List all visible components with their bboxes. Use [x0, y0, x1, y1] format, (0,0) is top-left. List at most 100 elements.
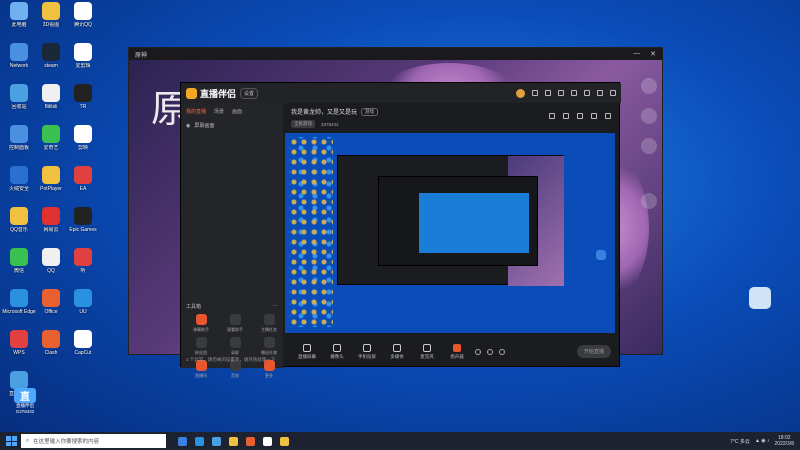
desktop-icon[interactable]: Network	[2, 43, 36, 69]
start-button[interactable]	[4, 434, 18, 448]
desktop-icon[interactable]: TR	[66, 84, 100, 110]
desktop-icon[interactable]: WPS	[2, 330, 36, 356]
camera-icon[interactable]	[475, 348, 481, 355]
shirt-icon[interactable]	[558, 90, 564, 96]
more-icon[interactable]: ⋯	[273, 303, 278, 310]
start-live-button[interactable]: 开始直播	[576, 345, 611, 358]
tool-label: 音效	[231, 373, 239, 378]
scene-item[interactable]: ◉ 屏幕画面	[181, 120, 283, 131]
desktop-icon[interactable]: Microsoft Edge	[2, 289, 36, 315]
menu-icon[interactable]	[571, 90, 577, 96]
desktop-icon[interactable]: 火绒安全	[2, 166, 36, 192]
settings-badge[interactable]: 设置	[240, 87, 259, 99]
tray-icons[interactable]: ▲ ◉ ♪	[755, 438, 770, 444]
side-button[interactable]	[641, 108, 657, 124]
desktop-icon[interactable]: Bilibili	[34, 84, 68, 110]
taskbar-app-icon[interactable]	[212, 436, 221, 446]
close-icon[interactable]	[610, 90, 616, 96]
desktop-icon[interactable]: 3D看图	[34, 2, 68, 28]
category[interactable]: 全民游戏	[291, 120, 315, 128]
taskbar-app-icon[interactable]	[280, 436, 289, 446]
desktop-icon[interactable]: 爱奇艺	[34, 125, 68, 151]
badge-logo: 直	[14, 388, 36, 403]
desktop-icon[interactable]: 听	[66, 248, 100, 274]
desktop-icon[interactable]: Clash	[34, 330, 68, 356]
mail-icon[interactable]	[545, 90, 551, 96]
source-button[interactable]: 扬声器	[445, 343, 469, 360]
source-button[interactable]: 多媒体	[385, 343, 409, 360]
maximize-icon[interactable]	[597, 90, 603, 96]
app-icon	[42, 2, 60, 20]
weather[interactable]: 7°C 多云	[730, 438, 750, 445]
settings-icon[interactable]	[499, 348, 505, 355]
avatar[interactable]	[516, 88, 525, 98]
tool-button[interactable]: 录屏	[220, 337, 250, 356]
outer-window-controls[interactable]: — ✕	[633, 50, 656, 58]
source-button[interactable]: 摄像头	[325, 343, 349, 360]
source-button[interactable]: 直播屏幕	[295, 343, 319, 360]
scene-tab[interactable]: 画面	[232, 108, 242, 115]
clock[interactable]: 18:02 2022/3/8	[775, 435, 794, 447]
live-preview[interactable]	[285, 133, 615, 333]
desktop-icon[interactable]: 控制面板	[2, 125, 36, 151]
minimize-icon[interactable]	[584, 90, 590, 96]
gift-icon[interactable]	[549, 113, 555, 119]
taskbar-app-icon[interactable]	[229, 436, 238, 446]
desktop-icon[interactable]: 网易云	[34, 207, 68, 233]
message-icon[interactable]	[532, 90, 538, 96]
tool-button[interactable]: 粉丝团	[186, 337, 216, 356]
share-icon[interactable]	[605, 113, 611, 119]
taskbar-app-icon[interactable]	[246, 436, 255, 446]
desktop-icon[interactable]: QQ音乐	[2, 207, 36, 233]
desktop-icon-label: 回收站	[11, 104, 27, 110]
tool-button[interactable]: 观看助手	[220, 314, 250, 333]
bell-icon[interactable]	[591, 113, 597, 119]
desktop-icon[interactable]: steam	[34, 43, 68, 69]
side-button[interactable]	[641, 138, 657, 154]
taskbar-app-icon[interactable]	[178, 436, 187, 446]
eye-icon[interactable]: ◉	[186, 123, 190, 129]
side-button[interactable]	[641, 193, 657, 209]
desktop-icon[interactable]: QQ	[34, 248, 68, 274]
taskbar-search[interactable]: ⌕ 在这里输入你要搜索的内容	[21, 434, 166, 448]
source-button[interactable]: 麦克风	[415, 343, 439, 360]
tool-button[interactable]: 弹幕助手	[186, 314, 216, 333]
source-label: 麦克风	[420, 353, 434, 359]
desktop-icon[interactable]: Epic Games	[66, 207, 100, 233]
desktop-icon[interactable]: 剪映	[66, 125, 100, 151]
minimize-icon[interactable]: —	[633, 50, 640, 58]
source-label: 直播屏幕	[298, 353, 316, 359]
comment-icon[interactable]	[577, 113, 583, 119]
desktop-icon[interactable]: EA	[66, 166, 100, 192]
desktop-icon[interactable]: CapCut	[66, 330, 100, 356]
desktop-icon[interactable]: 此电脑	[2, 2, 36, 28]
desktop-icon[interactable]: UU	[66, 289, 100, 315]
desktop-icon-label: 腾讯QQ	[74, 22, 92, 28]
desktop-icon[interactable]: 爱剪辑	[66, 43, 100, 69]
desktop-icon-label: QQ	[47, 268, 55, 274]
source-button[interactable]: 手机投屏	[355, 343, 379, 360]
tool-label: 录屏	[231, 350, 239, 355]
taskbar-app-icon[interactable]	[195, 436, 204, 446]
desktop-icon[interactable]: 微信	[2, 248, 36, 274]
room-tag[interactable]: 游戏	[361, 107, 379, 116]
floating-app-icon[interactable]	[596, 250, 606, 260]
taskbar-app-icon[interactable]	[263, 436, 272, 446]
scene-tab[interactable]: 我的直播	[186, 108, 206, 115]
tool-button[interactable]: 赠送礼物	[254, 337, 284, 356]
desktop-icon[interactable]: 腾讯QQ	[66, 2, 100, 28]
list-icon[interactable]	[563, 113, 569, 119]
app-icon	[74, 166, 92, 184]
desktop-icon[interactable]: PotPlayer	[34, 166, 68, 192]
desktop-icon[interactable]: Office	[34, 289, 68, 315]
source-label: 扬声器	[450, 353, 464, 359]
refresh-icon[interactable]	[487, 348, 493, 355]
side-button[interactable]	[641, 78, 657, 94]
close-icon[interactable]: ✕	[650, 50, 656, 58]
tool-button[interactable]: 主播任务	[254, 314, 284, 333]
desktop-badge[interactable]: 直 直播伴侣 G378432	[14, 388, 36, 424]
desktop-icon[interactable]: 回收站	[2, 84, 36, 110]
scene-tab[interactable]: 场景	[214, 108, 224, 115]
floating-logo-icon[interactable]	[749, 287, 771, 309]
outer-title-bar: 原神 — ✕	[129, 48, 662, 60]
